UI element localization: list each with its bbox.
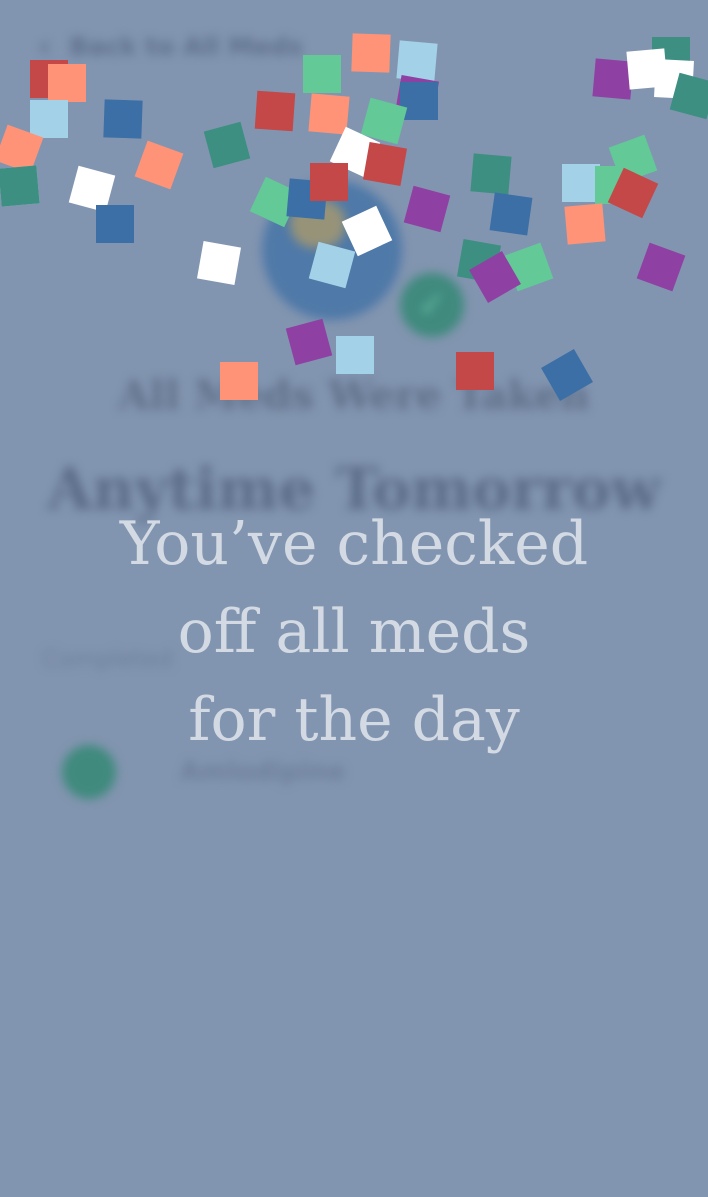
chevron-left-icon: ‹ (38, 27, 52, 65)
message-line-3: for the day (188, 685, 520, 755)
check-icon: ✓ (400, 273, 464, 337)
celebration-message: You’ve checked off all meds for the day (54, 500, 654, 764)
med-illustration (262, 180, 402, 320)
message-line-1: You’ve checked (119, 509, 589, 579)
back-link-label: Back to All Meds (69, 31, 303, 61)
page-heading: All Meds Were Taken (118, 372, 590, 419)
pill-icon (290, 200, 346, 248)
message-line-2: off all meds (177, 597, 531, 667)
back-link[interactable]: ‹ Back to All Meds (38, 30, 303, 62)
